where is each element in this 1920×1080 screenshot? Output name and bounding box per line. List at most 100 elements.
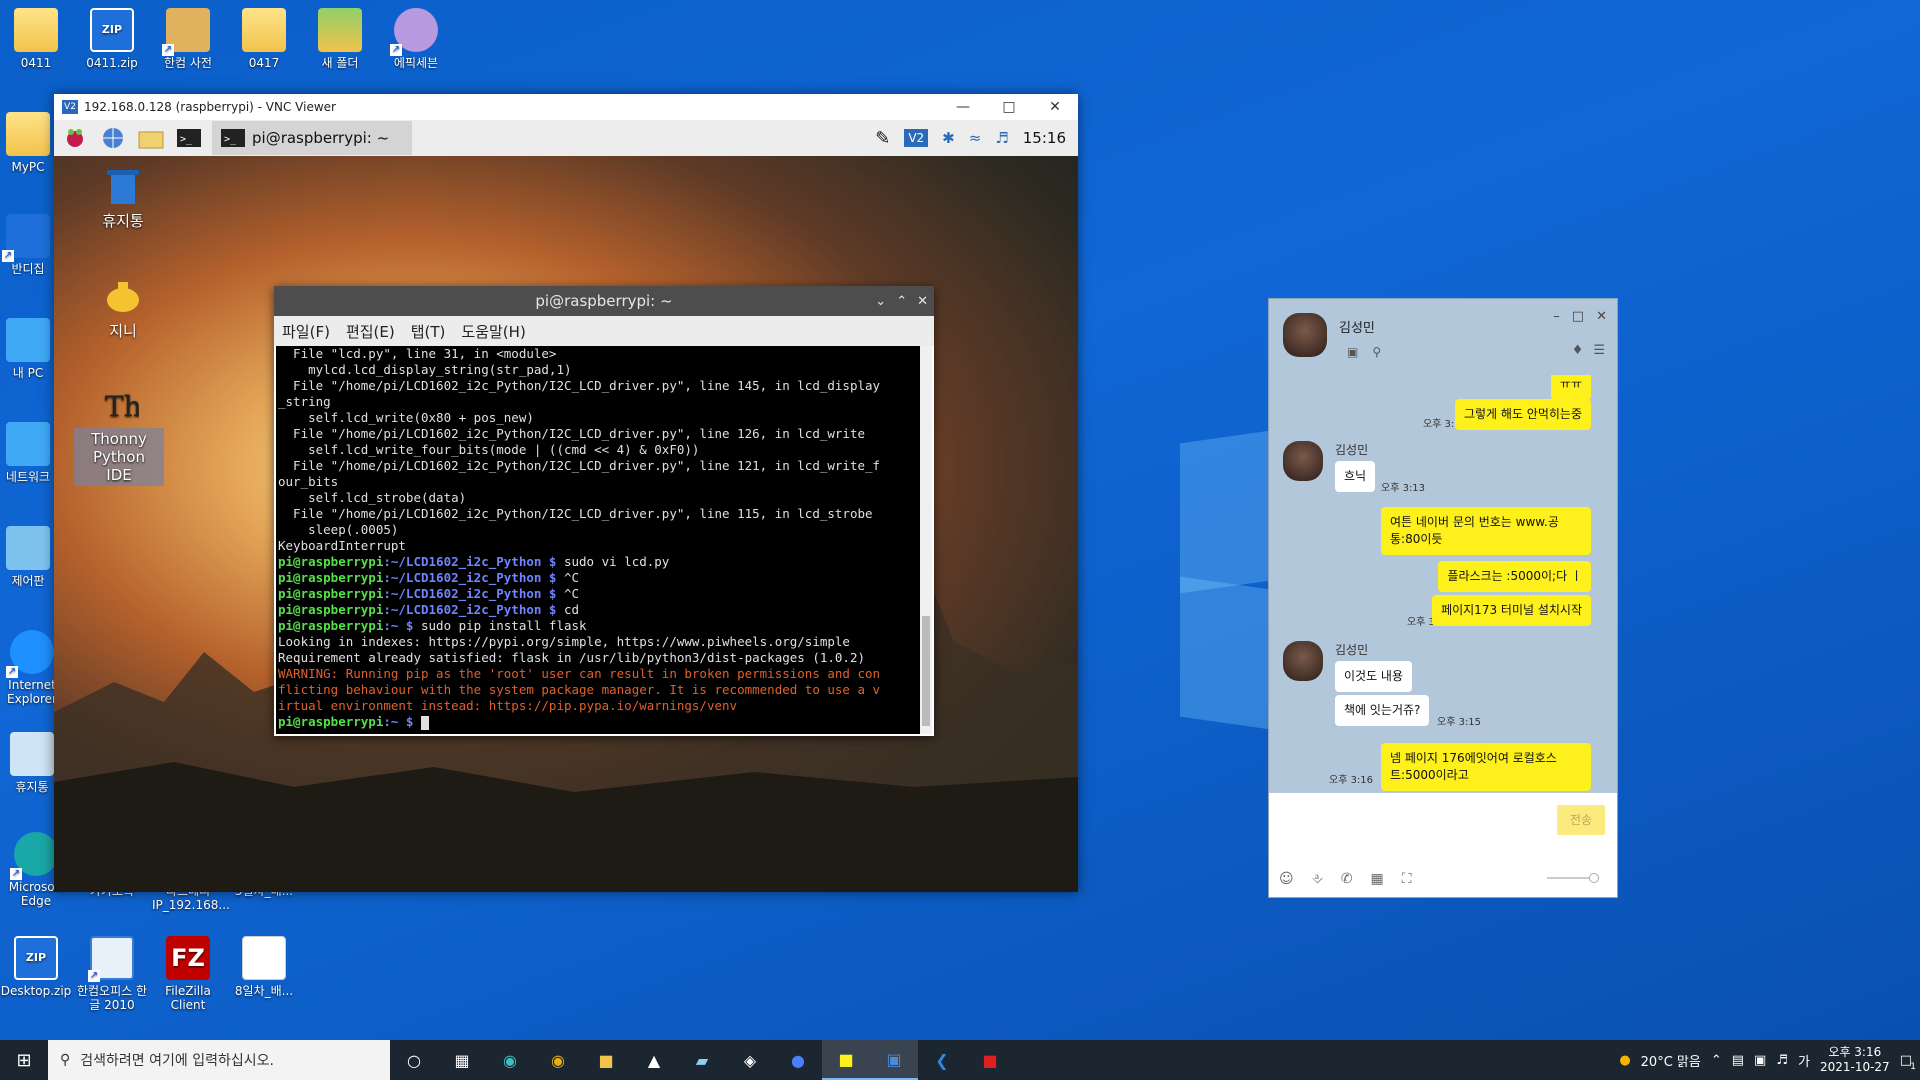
- maximize-icon[interactable]: □: [986, 99, 1032, 115]
- lxterminal-window[interactable]: pi@raspberrypi: ~ ⌄ ⌃ ✕ 파일(F) 편집(E) 탭(T)…: [274, 286, 934, 736]
- edge-icon: [10, 832, 58, 880]
- chrome-icon[interactable]: ◉: [534, 1040, 582, 1080]
- raspberry-pi-desktop[interactable]: >_ >_ pi@raspberrypi: ~ ✎ V2 ✱ ≈ ♬ 15:16…: [54, 120, 1078, 892]
- file-explorer-icon[interactable]: ■: [582, 1040, 630, 1080]
- menu-file[interactable]: 파일(F): [282, 321, 330, 342]
- terminal-output[interactable]: File "lcd.py", line 31, in <module> mylc…: [276, 346, 920, 734]
- maximize-icon[interactable]: □: [1572, 309, 1584, 324]
- message-input-area[interactable]: 전송 ☺ ⎀ ✆ ▦ ⛶: [1269, 793, 1617, 897]
- desktop-icon-mypc[interactable]: MyPC: [0, 112, 56, 174]
- desktop-icon-0411[interactable]: 0411: [0, 8, 72, 70]
- vnc-viewer-icon[interactable]: ▣: [870, 1040, 918, 1080]
- chat-messages[interactable]: ㅠㅠ 오후 3:13 그렇게 해도 안먹히는중 김성민 흐닉 오후 3:13 여…: [1269, 375, 1617, 795]
- desktop-icon-0411-zip[interactable]: ZIP 0411.zip: [76, 8, 148, 70]
- prompt-command: [413, 714, 421, 729]
- taskbar-terminal-entry[interactable]: >_ pi@raspberrypi: ~: [212, 121, 412, 155]
- avatar[interactable]: [1283, 441, 1323, 481]
- terminal-warning-line: irtual environment instead: https://pip.…: [278, 698, 738, 713]
- terminal-title-bar[interactable]: pi@raspberrypi: ~ ⌄ ⌃ ✕: [274, 286, 934, 316]
- chevron-up-icon[interactable]: ⌃: [896, 294, 907, 309]
- pi-geany-icon[interactable]: 지니: [78, 276, 168, 341]
- volume-icon[interactable]: ♬: [995, 129, 1008, 147]
- chevron-up-icon[interactable]: ⌃: [1711, 1053, 1722, 1068]
- edge-icon[interactable]: ◉: [486, 1040, 534, 1080]
- pi-thonny-icon[interactable]: Th Thonny Python IDE: [74, 384, 164, 486]
- close-icon[interactable]: ✕: [1596, 309, 1607, 324]
- desktop-icon-network[interactable]: 네트워크: [0, 422, 56, 484]
- kakaotalk-chat-window[interactable]: 김성민 ▣ ⚲ – □ ✕ ♦ ☰ ㅠㅠ 오후 3:13 그렇게 해도 안먹히는…: [1268, 298, 1618, 898]
- network-icon: [6, 422, 50, 466]
- prompt-user: pi@raspberrypi: [278, 714, 384, 729]
- search-icon[interactable]: ⚲: [1372, 345, 1381, 359]
- app-icon[interactable]: ▲: [630, 1040, 678, 1080]
- task-view-icon[interactable]: ▦: [438, 1040, 486, 1080]
- pi-trash-icon[interactable]: 휴지통: [78, 166, 168, 231]
- browser-icon[interactable]: [98, 124, 128, 152]
- volume-icon[interactable]: ♬: [1776, 1053, 1788, 1068]
- bluetooth-icon[interactable]: ✱: [942, 129, 955, 147]
- paint-icon[interactable]: ◈: [726, 1040, 774, 1080]
- notification-bell-icon[interactable]: ♦: [1572, 343, 1584, 358]
- desktop-icon-epic-seven[interactable]: 에픽세븐: [380, 8, 452, 70]
- zoom-icon[interactable]: ●: [774, 1040, 822, 1080]
- kakaotalk-icon[interactable]: ■: [822, 1040, 870, 1080]
- desktop-icon-day8[interactable]: 8일차_배...: [228, 936, 300, 998]
- calendar-icon[interactable]: ▦: [1371, 871, 1384, 887]
- notification-center-icon[interactable]: □ 1: [1900, 1053, 1916, 1072]
- taskbar-search-box[interactable]: ⚲ 검색하려면 여기에 입력하십시오.: [48, 1040, 390, 1080]
- minimize-icon[interactable]: —: [940, 99, 986, 115]
- terminal-launcher-icon[interactable]: >_: [174, 124, 204, 152]
- menu-icon[interactable]: ☰: [1593, 343, 1605, 358]
- send-button[interactable]: 전송: [1557, 805, 1605, 835]
- menu-help[interactable]: 도움말(H): [461, 321, 525, 342]
- filezilla-icon[interactable]: ■: [966, 1040, 1014, 1080]
- prompt-path: :~ $: [383, 714, 414, 729]
- desktop-icon-control-panel[interactable]: 제어판: [0, 526, 56, 588]
- weather-text[interactable]: 20°C 맑음: [1641, 1051, 1701, 1070]
- terminal-line: File "lcd.py", line 31, in <module>: [278, 346, 557, 361]
- menu-edit[interactable]: 편집(E): [346, 321, 395, 342]
- minimize-icon[interactable]: –: [1553, 309, 1560, 324]
- vscode-icon[interactable]: ❮: [918, 1040, 966, 1080]
- terminal-scrollbar[interactable]: [920, 346, 932, 734]
- avatar[interactable]: [1283, 641, 1323, 681]
- avatar[interactable]: [1283, 313, 1327, 357]
- vnc-title-bar[interactable]: V2 192.168.0.128 (raspberrypi) - VNC Vie…: [54, 94, 1078, 120]
- desktop-icon-new-folder[interactable]: 새 폴더: [304, 8, 376, 70]
- attach-icon[interactable]: ⎀: [1312, 871, 1323, 887]
- call-icon[interactable]: ✆: [1341, 871, 1353, 887]
- notes-icon[interactable]: ▰: [678, 1040, 726, 1080]
- windows-start-icon[interactable]: ⊞: [0, 1040, 48, 1080]
- close-icon[interactable]: ✕: [917, 294, 928, 309]
- network-icon[interactable]: ▣: [1754, 1053, 1766, 1068]
- desktop-icon-hancom-office[interactable]: 한컴오피스 한글 2010: [76, 936, 148, 1012]
- vnc-viewer-window[interactable]: V2 192.168.0.128 (raspberrypi) - VNC Vie…: [54, 94, 1078, 892]
- desktop-icon-0417[interactable]: 0417: [228, 8, 300, 70]
- taskbar-clock[interactable]: 오후 3:16 2021-10-27: [1820, 1045, 1890, 1075]
- drawer-icon[interactable]: ▣: [1347, 345, 1358, 359]
- vnc-server-icon[interactable]: V2: [904, 129, 929, 147]
- ime-indicator[interactable]: 가: [1798, 1051, 1810, 1070]
- device-icon[interactable]: ▤: [1732, 1053, 1744, 1068]
- capture-icon[interactable]: ⛶: [1402, 871, 1412, 887]
- emoticon-icon[interactable]: ☺: [1279, 871, 1294, 887]
- wifi-icon[interactable]: ≈: [969, 129, 982, 147]
- close-icon[interactable]: ✕: [1032, 99, 1078, 115]
- desktop-icon-this-pc[interactable]: 내 PC: [0, 318, 56, 380]
- menu-tabs[interactable]: 탭(T): [411, 321, 446, 342]
- keyboard-layout-icon[interactable]: ✎: [875, 128, 890, 149]
- desktop-icon-hancom-dict[interactable]: 한컴 사전: [152, 8, 224, 70]
- opacity-slider[interactable]: [1547, 873, 1599, 883]
- cortana-icon[interactable]: ○: [390, 1040, 438, 1080]
- message-time: 오후 3:15: [1437, 717, 1482, 728]
- raspberry-menu-icon[interactable]: [60, 124, 90, 152]
- weather-icon[interactable]: ●: [1619, 1053, 1630, 1068]
- file-manager-icon[interactable]: [136, 124, 166, 152]
- prompt-command: sudo pip install flask: [413, 618, 587, 633]
- desktop-icon-desktop-zip[interactable]: ZIP Desktop.zip: [0, 936, 72, 998]
- terminal-icon: >_: [221, 129, 245, 147]
- desktop-icon-filezilla[interactable]: FZ FileZilla Client: [152, 936, 224, 1012]
- desktop-icon-bandizip[interactable]: 반디집: [0, 214, 56, 276]
- control-panel-icon: [6, 526, 50, 570]
- chevron-down-icon[interactable]: ⌄: [875, 294, 886, 309]
